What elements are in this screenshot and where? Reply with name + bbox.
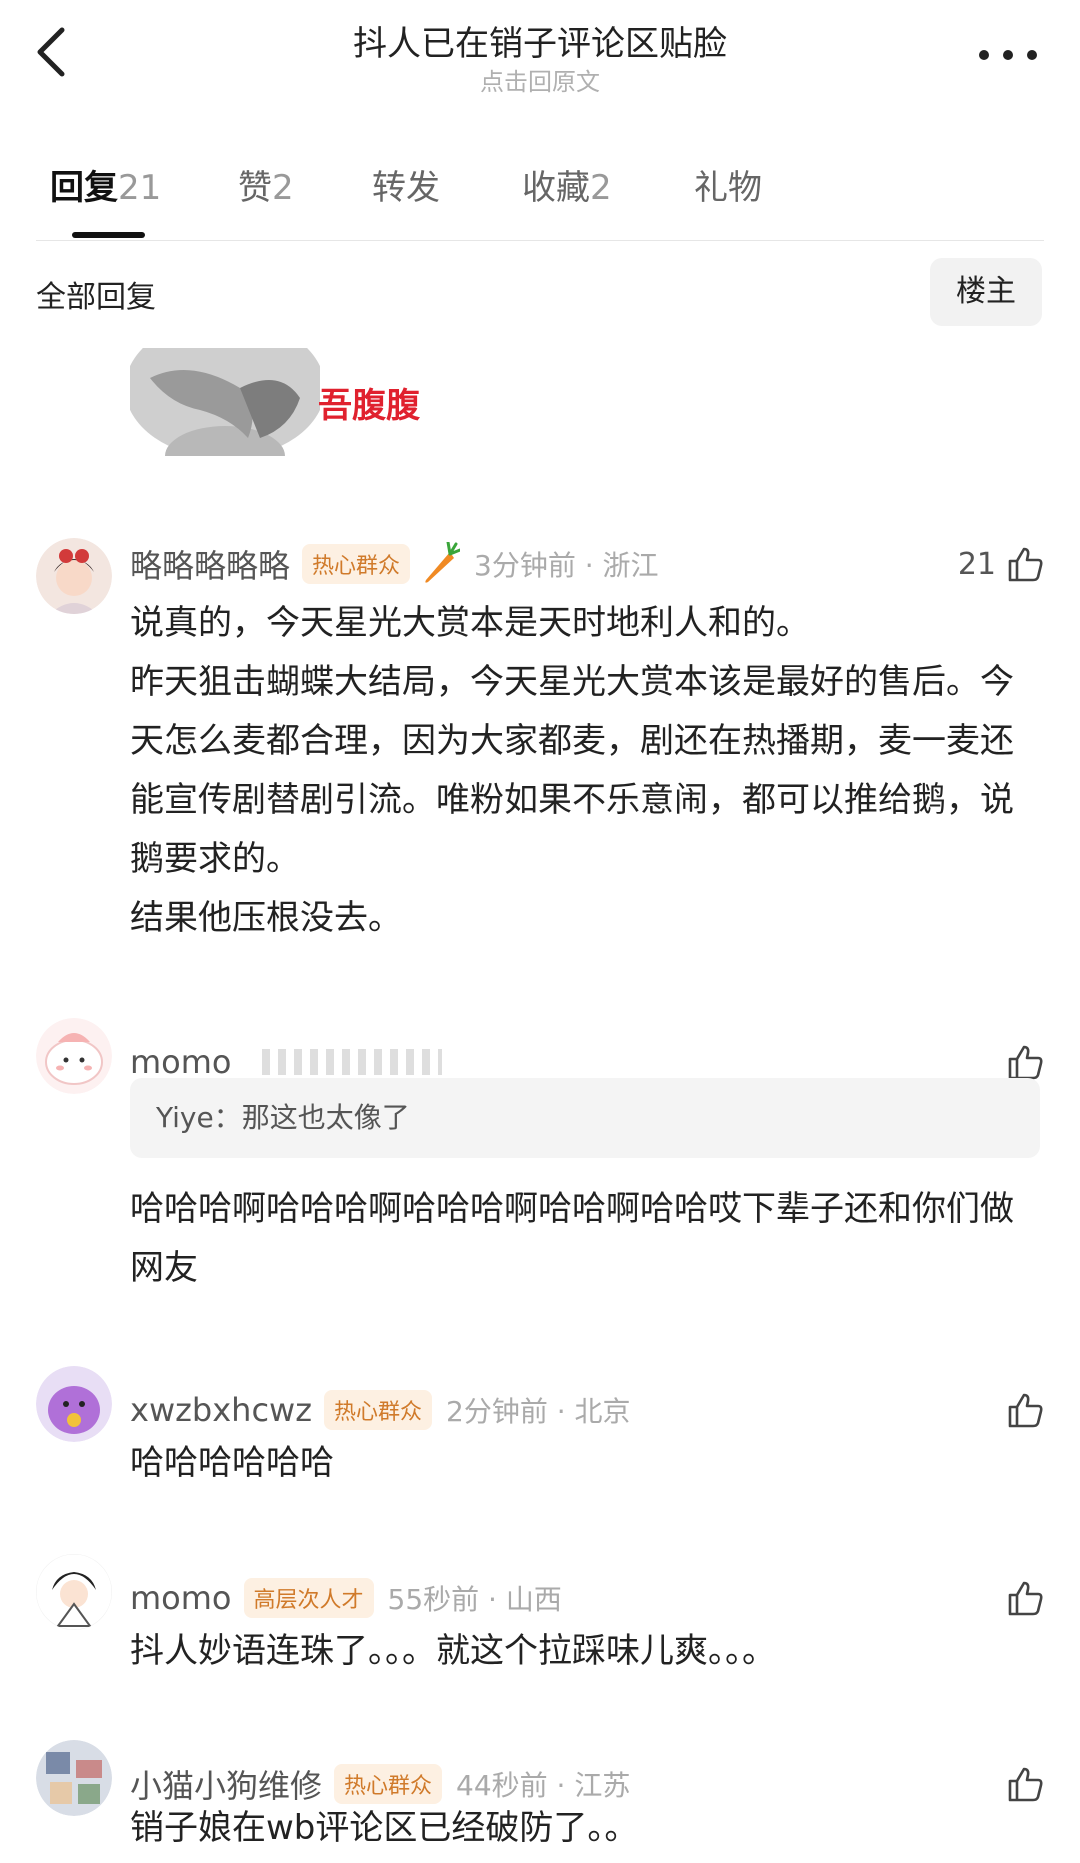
comment-meta: momo 高层次人才 55秒前 · 山西 <box>130 1576 562 1620</box>
top-bar: 抖人已在销子评论区贴脸 点击回原文 <box>0 0 1080 110</box>
user-badge: 高层次人才 <box>243 1578 374 1618</box>
like-button[interactable]: 21 <box>958 542 1044 586</box>
like-count: 21 <box>957 546 996 582</box>
like-button[interactable] <box>1006 1576 1044 1620</box>
comment-time: 44秒前 · 江苏 <box>456 1769 631 1802</box>
thumbs-up-icon <box>1008 547 1043 582</box>
tab-favorites[interactable]: 收藏2 <box>522 160 612 209</box>
tab-gifts-label: 礼物 <box>694 168 762 208</box>
like-button[interactable] <box>1006 1762 1044 1806</box>
tab-likes-label: 赞 <box>238 168 272 208</box>
tab-likes[interactable]: 赞2 <box>238 160 294 209</box>
thumbs-up-icon <box>1008 1581 1043 1616</box>
user-badge: 热心群众 <box>324 1390 433 1430</box>
comment-time: 3分钟前 · 浙江 <box>474 549 659 582</box>
quoted-reply[interactable]: Yiye：那这也太像了 <box>130 1078 1040 1158</box>
tab-reposts-label: 转发 <box>372 168 440 208</box>
comment-time: 2分钟前 · 北京 <box>446 1395 631 1428</box>
tab-likes-count: 2 <box>272 168 294 208</box>
carrot-icon <box>420 540 462 586</box>
blurred-text <box>261 1049 442 1075</box>
tab-favorites-count: 2 <box>590 168 612 208</box>
username[interactable]: 略略略略略 <box>130 541 290 587</box>
sticker-image[interactable]: 吾腹腹 <box>130 348 460 456</box>
comment-text: 抖人妙语连珠了。。。就这个拉踩味儿爽。。。 <box>130 1631 776 1671</box>
avatar[interactable] <box>36 538 112 614</box>
sticker-caption: 吾腹腹 <box>318 386 420 426</box>
tab-replies-label: 回复 <box>50 168 118 208</box>
active-tab-indicator <box>72 232 145 238</box>
username[interactable]: xwzbxhcwz <box>130 1391 312 1429</box>
comment-text: 哈哈哈啊哈哈哈啊哈哈哈啊哈哈啊哈哈哎下辈子还和你们做网友 <box>130 1189 1014 1288</box>
avatar[interactable] <box>36 1366 112 1442</box>
username[interactable]: momo <box>130 1043 232 1081</box>
quoted-text: 那这也太像了 <box>241 1101 410 1134</box>
tab-bar: 回复21 赞2 转发 收藏2 礼物 <box>0 150 1080 240</box>
quoted-username: Yiye： <box>156 1101 242 1134</box>
thumbs-up-icon <box>1008 1045 1043 1080</box>
comment-meta: 略略略略略 热心群众 3分钟前 · 浙江 <box>130 540 659 587</box>
comment-meta: 小猫小狗维修 热心群众 44秒前 · 江苏 <box>130 1762 630 1806</box>
like-button[interactable] <box>1006 1388 1044 1432</box>
all-replies-label: 全部回复 <box>36 280 156 315</box>
tab-divider <box>36 240 1044 241</box>
avatar[interactable] <box>36 1740 112 1816</box>
view-original-link[interactable]: 点击回原文 <box>0 62 1080 97</box>
thumbs-up-icon <box>1008 1393 1043 1428</box>
comment-meta: xwzbxhcwz 热心群众 2分钟前 · 北京 <box>130 1388 631 1432</box>
username[interactable]: momo <box>130 1579 232 1617</box>
avatar[interactable] <box>36 1554 112 1630</box>
comment-text: 说真的，今天星光大赏本是天时地利人和的。 昨天狙击蝴蝶大结局，今天星光大赏本该是… <box>130 603 1014 938</box>
username[interactable]: 小猫小狗维修 <box>130 1761 322 1807</box>
tab-favorites-label: 收藏 <box>522 168 590 208</box>
tab-replies-count: 21 <box>118 168 162 208</box>
comment-text: 销子娘在wb评论区已经破防了。。 <box>130 1808 639 1848</box>
avatar[interactable] <box>36 1018 112 1094</box>
page-title: 抖人已在销子评论区贴脸 <box>353 24 727 64</box>
comment-text: 哈哈哈哈哈哈 <box>130 1443 334 1483</box>
tab-gifts[interactable]: 礼物 <box>694 160 762 209</box>
user-badge: 热心群众 <box>334 1764 443 1804</box>
sticker-figure <box>130 348 320 456</box>
tab-reposts[interactable]: 转发 <box>372 160 440 209</box>
comment-time: 55秒前 · 山西 <box>387 1583 562 1616</box>
more-options-icon[interactable] <box>975 40 1045 70</box>
tab-replies[interactable]: 回复21 <box>50 160 161 209</box>
thumbs-up-icon <box>1008 1767 1043 1802</box>
op-only-button[interactable]: 楼主 <box>930 258 1042 326</box>
user-badge: 热心群众 <box>302 544 411 584</box>
